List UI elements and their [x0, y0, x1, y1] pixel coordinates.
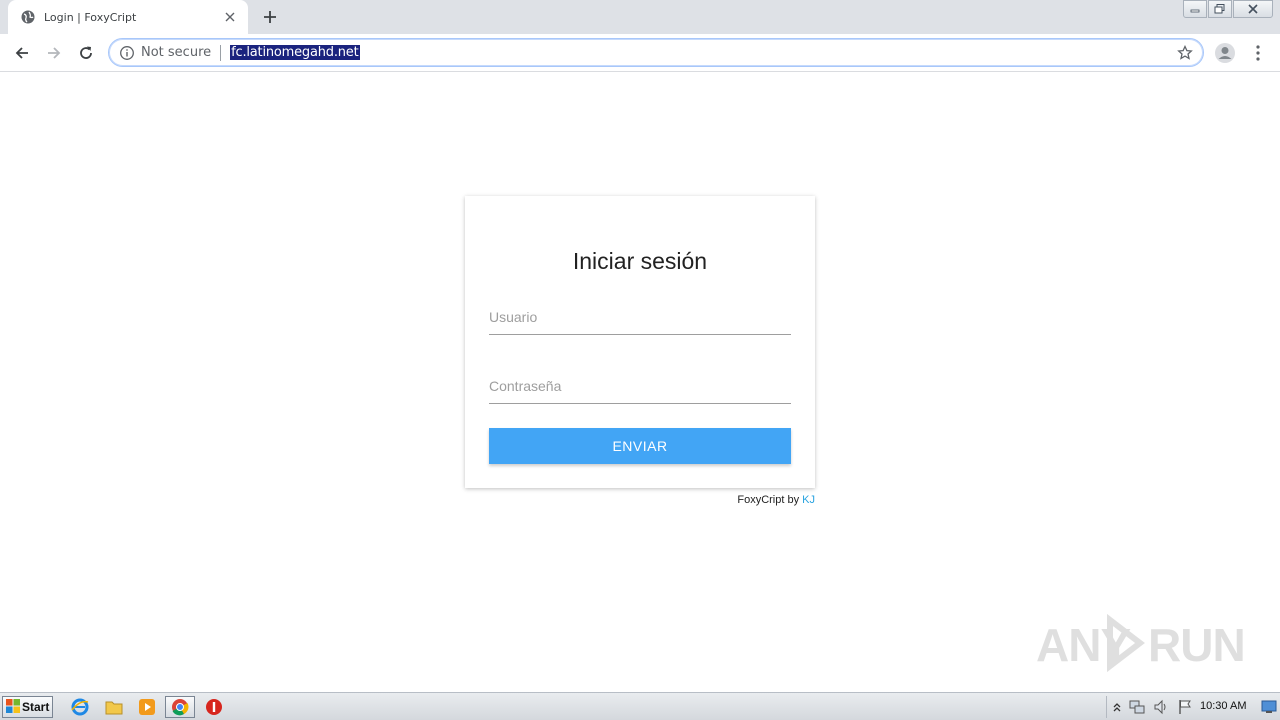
close-icon[interactable]	[222, 9, 238, 25]
security-label: Not secure	[141, 45, 212, 60]
watermark-left: ANY	[1036, 619, 1131, 671]
username-field-wrapper	[489, 299, 791, 335]
stop-icon[interactable]	[204, 697, 224, 717]
browser-tab[interactable]: Login | FoxyCript	[8, 0, 248, 34]
star-icon[interactable]	[1177, 45, 1193, 61]
credit-text: FoxyCript by	[737, 494, 803, 506]
windows-logo-icon	[6, 698, 20, 717]
chrome-icon[interactable]	[165, 696, 195, 718]
kebab-menu-icon[interactable]	[1250, 42, 1266, 64]
avatar-icon[interactable]	[1214, 42, 1236, 64]
window-close-button[interactable]	[1233, 0, 1273, 18]
password-input[interactable]	[489, 368, 791, 403]
minimize-button[interactable]	[1183, 0, 1207, 18]
url-text[interactable]: fc.latinomegahd.net	[230, 45, 360, 60]
chevron-up-icon[interactable]	[1109, 699, 1125, 715]
folder-icon[interactable]	[104, 697, 124, 717]
reload-icon[interactable]	[74, 41, 98, 65]
media-player-icon[interactable]	[137, 697, 157, 717]
restore-button[interactable]	[1208, 0, 1232, 18]
login-card: Iniciar sesión ENVIAR	[465, 196, 815, 488]
page-viewport: Iniciar sesión ENVIAR FoxyCript by KJ AN…	[0, 73, 1280, 692]
arrow-right-icon[interactable]	[42, 41, 66, 65]
address-bar[interactable]: Not secure fc.latinomegahd.net	[108, 38, 1204, 67]
plus-icon[interactable]	[260, 7, 280, 27]
footer-credit: FoxyCript by KJ	[665, 494, 815, 506]
tab-title: Login | FoxyCript	[44, 10, 137, 24]
system-tray	[1106, 696, 1278, 718]
submit-button[interactable]: ENVIAR	[489, 428, 791, 464]
anyrun-watermark: ANY RUN	[1036, 610, 1246, 676]
omnibox-divider	[220, 44, 222, 61]
internet-explorer-icon[interactable]	[70, 697, 90, 717]
globe-icon	[20, 9, 36, 25]
author-link[interactable]: KJ	[802, 494, 815, 506]
login-title: Iniciar sesión	[572, 248, 708, 274]
arrow-left-icon[interactable]	[10, 41, 34, 65]
clock: 10:30 AM	[1200, 700, 1247, 712]
browser-toolbar: Not secure fc.latinomegahd.net	[0, 34, 1280, 72]
tab-strip: Login | FoxyCript	[0, 0, 1280, 34]
start-label: Start	[22, 700, 50, 714]
show-desktop-icon[interactable]	[1261, 699, 1277, 715]
username-input[interactable]	[489, 299, 791, 334]
flag-icon[interactable]	[1177, 699, 1193, 715]
start-button[interactable]: Start	[2, 696, 53, 718]
taskbar: Start 10:30 AM	[0, 692, 1280, 720]
speaker-icon[interactable]	[1153, 699, 1169, 715]
info-icon[interactable]	[119, 45, 135, 61]
network-icon[interactable]	[1129, 699, 1145, 715]
password-field-wrapper	[489, 368, 791, 404]
watermark-right: RUN	[1148, 619, 1246, 671]
